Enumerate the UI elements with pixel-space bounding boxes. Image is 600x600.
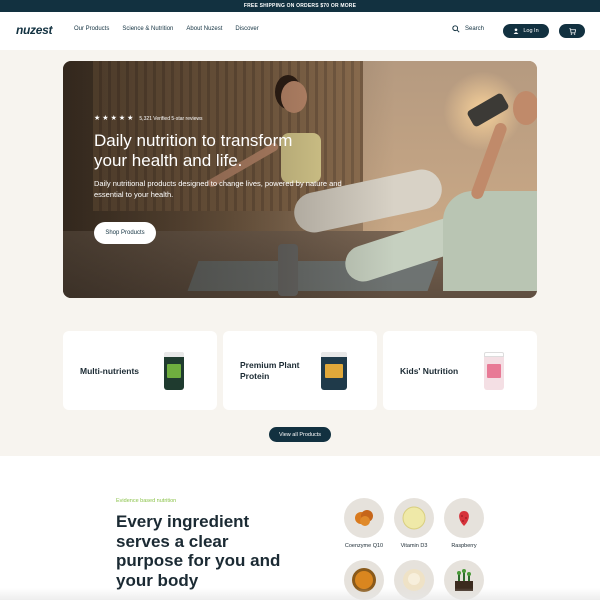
nav-discover[interactable]: Discover — [235, 26, 258, 32]
search-button[interactable]: Search — [452, 25, 484, 33]
star-icon: ★ — [94, 115, 101, 122]
vitamin-d3-icon — [402, 506, 426, 530]
hero-title: Daily nutrition to transform your health… — [94, 131, 293, 170]
nav-our-products[interactable]: Our Products — [74, 26, 109, 32]
evidence-section — [0, 456, 600, 600]
ingredient-vitamin-d3[interactable] — [394, 498, 434, 538]
raspberry-icon — [459, 511, 469, 526]
search-icon — [452, 25, 460, 33]
coq10-icon — [355, 510, 373, 526]
rating-row: ★ ★ ★ ★ ★ 5,321 Verified 5-star reviews — [94, 115, 203, 122]
kids-nutrition-jar — [484, 352, 504, 390]
category-card-plant-protein[interactable]: Premium Plant Protein — [223, 331, 377, 410]
nav-about[interactable]: About Nuzest — [186, 26, 222, 32]
ingredient-raspberry[interactable] — [444, 498, 484, 538]
ingredient-coenzyme-q10[interactable] — [344, 498, 384, 538]
shop-products-button[interactable]: Shop Products — [94, 222, 156, 244]
category-label: Kids' Nutrition — [400, 366, 459, 376]
reviews-text: 5,321 Verified 5-star reviews — [139, 115, 203, 122]
category-card-multi-nutrients[interactable]: Multi-nutrients — [63, 331, 217, 410]
cart-icon — [568, 27, 576, 35]
promo-text: FREE SHIPPING ON ORDERS $70 OR MORE — [243, 3, 357, 9]
jar-label — [167, 364, 181, 378]
login-button[interactable]: Log In — [503, 24, 549, 38]
nav-science-nutrition[interactable]: Science & Nutrition — [122, 26, 173, 32]
hero-subtitle: Daily nutritional products designed to c… — [94, 179, 342, 199]
view-all-products-button[interactable]: View all Products — [269, 427, 331, 442]
jar-lid — [484, 352, 504, 357]
promo-bar: FREE SHIPPING ON ORDERS $70 OR MORE — [0, 0, 600, 12]
jar-label — [487, 364, 501, 378]
hero-banner: ★ ★ ★ ★ ★ 5,321 Verified 5-star reviews … — [63, 61, 537, 298]
logo-text: nuzest — [16, 23, 53, 37]
site-header: nuzest Our Products Science & Nutrition … — [0, 12, 600, 50]
login-label: Log In — [523, 28, 539, 34]
star-icon: ★ — [118, 115, 126, 122]
evidence-title: Every ingredient serves a clear purpose … — [116, 512, 281, 590]
star-icon: ★ — [110, 115, 117, 122]
logo[interactable]: nuzest — [16, 23, 53, 37]
search-label: Search — [465, 26, 485, 32]
evidence-eyebrow: Evidence based nutrition — [116, 498, 177, 504]
category-label: Premium Plant Protein — [240, 360, 300, 381]
plant-protein-jar — [321, 352, 347, 390]
jar-lid — [321, 352, 347, 357]
star-icon: ★ — [127, 115, 134, 122]
jar-label — [325, 364, 343, 378]
main-nav: Our Products Science & Nutrition About N… — [74, 26, 259, 32]
jar-lid — [164, 352, 184, 357]
category-label: Multi-nutrients — [80, 366, 140, 376]
bottom-fade — [0, 588, 600, 600]
star-icon: ★ — [102, 115, 109, 122]
category-card-kids-nutrition[interactable]: Kids' Nutrition — [383, 331, 537, 410]
user-icon — [513, 28, 519, 34]
ingredient-label: Raspberry — [451, 543, 477, 549]
multi-nutrient-jar — [164, 352, 184, 390]
cart-button[interactable] — [559, 24, 585, 38]
